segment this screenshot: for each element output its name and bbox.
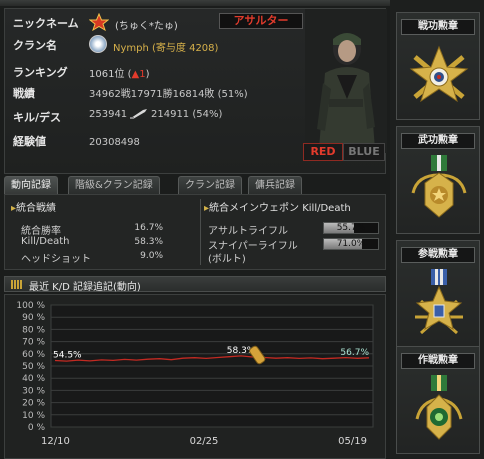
team-blue-button[interactable]: BLUE [343, 143, 385, 161]
experience-label: 経験値 [13, 135, 46, 148]
top-title-strip [0, 0, 390, 6]
chart-data-label: 56.7% [340, 348, 369, 358]
class-badge: アサルター [219, 13, 303, 29]
stats-panel: ▸統合戦績 統合勝率 16.7% Kill/Death 58.3% ヘッドショッ… [4, 194, 386, 270]
kill-death-stat-label: Kill/Death [21, 236, 70, 247]
chart-y-tick-label: 50 % [22, 362, 45, 372]
chart-data-label: 54.5% [53, 351, 82, 361]
record-value: 34962戦17971勝16814敗 (51%) [89, 89, 248, 100]
medal-title-participation: 参戦勲章 [401, 247, 475, 263]
sniper-rifle-value: 71.0% [336, 239, 366, 249]
experience-value: 20308498 [89, 137, 140, 148]
deaths-value: 214911 (54%) [151, 109, 223, 120]
team-red-button[interactable]: RED [303, 143, 343, 161]
chart-y-tick-label: 70 % [22, 338, 45, 348]
nickname-value: (ちゅく*たゅ) [115, 21, 178, 32]
assault-rifle-bar: 55.7% [323, 222, 379, 234]
chart-y-tick-label: 20 % [22, 399, 45, 409]
tab-rank-clan-record[interactable]: 階級&クラン記録 [68, 176, 160, 194]
bar-chart-icon [11, 280, 22, 289]
weapon-stats-title-text: 統合メインウェポン Kill/Death [209, 203, 351, 214]
kd-chart: 100 % 90 % 80 % 70 % 60 % 50 % 40 % 30 % 20 % 10 … [4, 294, 386, 459]
medal-title-operation: 作戦勲章 [401, 353, 475, 369]
record-label: 戦績 [13, 87, 35, 100]
record-tabs: 動向記録 階級&クラン記録 クラン記録 傭兵記録 [4, 176, 386, 194]
sniper-rifle-sublabel: (ボルト) [208, 254, 246, 265]
profile-panel: ニックネーム (ちゅく*たゅ) アサルター クラン名 Nymph (寄与度 42… [4, 8, 387, 174]
merit-medal-icon [409, 45, 469, 103]
assault-rifle-value: 55.7% [336, 223, 366, 233]
headshot-label: ヘッドショット [21, 254, 91, 265]
kill-death-label: キル/デス [13, 111, 62, 124]
ranking-position: 1061位 ( [89, 69, 132, 80]
sniper-rifle-bar: 71.0% [323, 238, 379, 250]
chart-y-tick-label: 30 % [22, 386, 45, 396]
medal-title-valor: 武功勲章 [401, 133, 475, 149]
clan-emblem-icon [89, 35, 107, 53]
chart-y-tick-label: 90 % [22, 313, 45, 323]
kd-chart-svg: 100 % 90 % 80 % 70 % 60 % 50 % 40 % 30 % 20 % 10 … [16, 301, 374, 447]
medal-card-participation[interactable]: 参戦勲章 [396, 240, 480, 348]
ranking-close: ) [145, 69, 150, 80]
chart-y-tick-label: 10 % [22, 411, 45, 421]
overall-stats-title-text: 統合戦績 [16, 203, 57, 214]
knife-icon [130, 109, 147, 119]
chart-header-title: 最近 K/D 記録追記(動向) [29, 282, 141, 293]
chart-y-tick-label: 100 % [16, 301, 45, 311]
medal-card-merit[interactable]: 戦功勲章 [396, 12, 480, 120]
medal-card-valor[interactable]: 武功勲章 [396, 126, 480, 234]
tab-clan-record[interactable]: クラン記録 [178, 176, 242, 194]
nickname-label: ニックネーム [13, 17, 79, 30]
assault-rifle-label: アサルトライフル [208, 226, 288, 237]
chart-y-tick-label: 40 % [22, 374, 45, 384]
character-portrait [305, 9, 387, 153]
tab-activity-record[interactable]: 動向記録 [4, 176, 58, 194]
rank-star-icon [89, 13, 109, 31]
tab-mercenary-record[interactable]: 傭兵記録 [248, 176, 302, 194]
overall-win-rate-label: 統合勝率 [21, 226, 61, 237]
headshot-value: 9.0% [140, 251, 163, 261]
ranking-value: 1061位 (▲1) [89, 65, 150, 80]
stats-divider [200, 199, 201, 265]
chart-header: 最近 K/D 記録追記(動向) [4, 276, 386, 293]
overall-stats-title: ▸統合戦績 [11, 199, 56, 214]
kills-value: 253941 [89, 109, 128, 120]
ranking-label: ランキング [13, 66, 68, 79]
medal-card-operation[interactable]: 作戦勲章 [396, 346, 480, 454]
chart-y-tick-label: 60 % [22, 350, 45, 360]
clan-value[interactable]: Nymph (寄与度 4208) [113, 39, 218, 54]
valor-medal-icon [411, 155, 467, 218]
medal-title-merit: 戦功勲章 [401, 19, 475, 35]
kill-death-stat-value: 58.3% [134, 237, 163, 247]
ranking-change: ▲1 [131, 69, 146, 80]
chart-x-tick-label: 05/19 [338, 436, 367, 447]
chart-y-tick-label: 80 % [22, 325, 45, 335]
operation-medal-icon [415, 375, 463, 440]
clan-label: クラン名 [13, 39, 57, 52]
overall-win-rate-value: 16.7% [134, 223, 163, 233]
participation-medal-icon [415, 269, 463, 335]
chart-y-tick-label: 0 % [28, 423, 46, 433]
chart-x-tick-label: 02/25 [190, 436, 219, 447]
chart-x-tick-label: 12/10 [41, 436, 70, 447]
weapon-stats-title: ▸統合メインウェポン Kill/Death [204, 199, 351, 214]
